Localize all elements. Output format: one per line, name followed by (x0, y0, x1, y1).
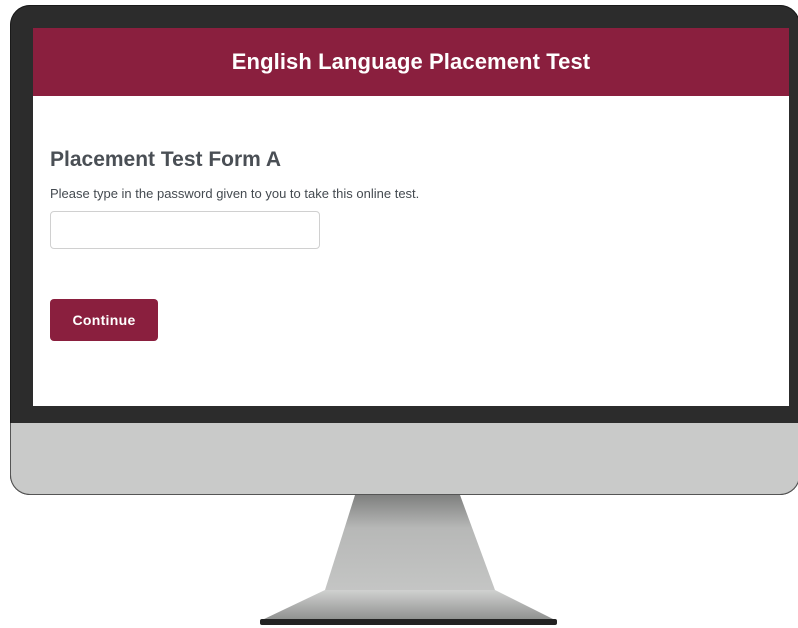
login-form: Placement Test Form A Please type in the… (33, 148, 789, 341)
form-title: Placement Test Form A (50, 148, 282, 171)
continue-button[interactable]: Continue (50, 299, 158, 341)
screen: English Language Placement Test Placemen… (33, 28, 789, 406)
page-title: English Language Placement Test (231, 49, 591, 74)
app-header: English Language Placement Test (33, 28, 789, 96)
password-input[interactable] (50, 211, 320, 249)
instructions-text: Please type in the password given to you… (50, 186, 420, 201)
monitor-chin (10, 423, 798, 495)
